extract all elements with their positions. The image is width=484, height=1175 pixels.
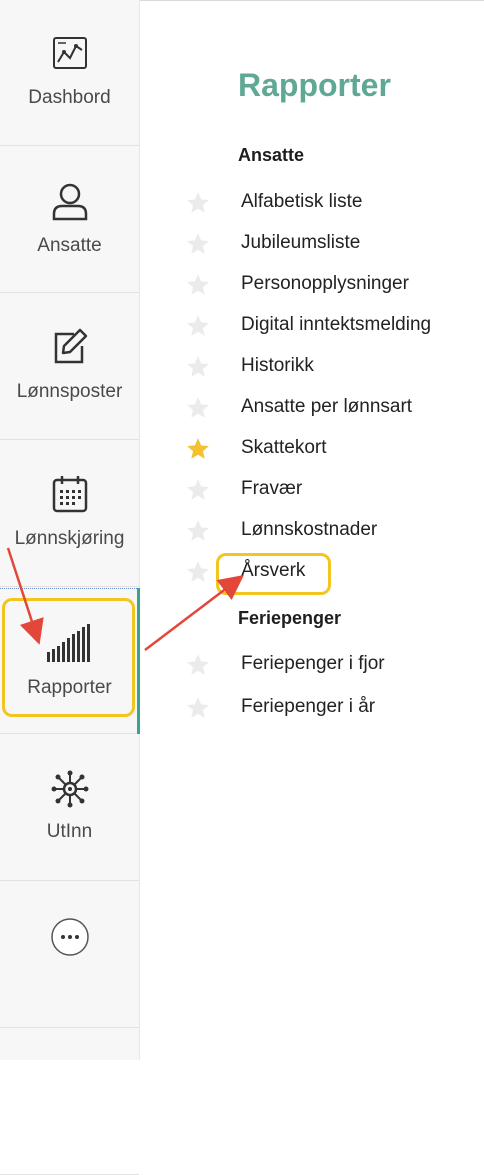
star-icon[interactable]	[185, 477, 211, 508]
highlight-box-arsverk	[216, 553, 331, 595]
star-icon[interactable]	[185, 231, 211, 262]
sidebar-item-label: Lønnskjøring	[14, 528, 125, 549]
sidebar: Dashbord Ansatte Lønnsposter Lønnskjørin…	[0, 0, 140, 1175]
report-row[interactable]: Lønnskostnader	[181, 514, 481, 548]
active-indicator	[137, 588, 140, 734]
star-icon[interactable]	[185, 313, 211, 344]
star-icon[interactable]	[185, 395, 211, 426]
main-content: Rapporter Ansatte Alfabetisk liste Jubile…	[141, 0, 484, 1060]
report-link[interactable]: Lønnskostnader	[241, 519, 377, 541]
report-link[interactable]: Fravær	[241, 478, 302, 500]
report-row[interactable]: Fravær	[181, 473, 481, 507]
report-row[interactable]: Skattekort	[181, 432, 481, 466]
report-link[interactable]: Digital inntektsmelding	[241, 314, 431, 336]
report-link[interactable]: Personopplysninger	[241, 273, 409, 295]
dashboard-chart-icon	[0, 36, 139, 75]
section-heading-feriepenger: Feriepenger	[238, 608, 342, 628]
star-icon[interactable]	[185, 695, 211, 726]
person-icon	[0, 181, 139, 226]
sidebar-item-lonnsposter[interactable]: Lønnsposter	[0, 294, 139, 440]
star-filled-icon[interactable]	[185, 436, 211, 467]
sidebar-item-lonnskjoring[interactable]: Lønnskjøring	[0, 441, 139, 587]
sidebar-item-label: Ansatte	[37, 235, 102, 256]
report-link[interactable]: Historikk	[241, 355, 314, 377]
star-icon[interactable]	[185, 652, 211, 683]
sidebar-item-next	[0, 1029, 139, 1175]
star-icon[interactable]	[185, 190, 211, 221]
more-icon	[0, 917, 139, 962]
sidebar-item-label: Dashbord	[28, 87, 111, 108]
report-row[interactable]: Digital inntektsmelding	[181, 309, 481, 343]
report-link[interactable]: Skattekort	[241, 437, 327, 459]
report-link[interactable]: Alfabetisk liste	[241, 191, 362, 213]
hub-icon	[0, 769, 139, 814]
page-title: Rapporter	[238, 67, 391, 103]
report-row[interactable]: Jubileumsliste	[181, 227, 481, 261]
sidebar-item-utinn[interactable]: UtInn	[0, 735, 139, 881]
sidebar-item-more[interactable]	[0, 882, 139, 1028]
calendar-icon	[0, 474, 139, 519]
report-row[interactable]: Alfabetisk liste	[181, 186, 481, 220]
sidebar-item-dashbord[interactable]: Dashbord	[0, 0, 139, 146]
sidebar-item-ansatte[interactable]: Ansatte	[0, 147, 139, 293]
sidebar-item-label: Lønnsposter	[16, 381, 123, 402]
section-heading-ansatte: Ansatte	[238, 145, 305, 165]
report-link[interactable]: Jubileumsliste	[241, 232, 360, 254]
sidebar-item-label: UtInn	[46, 821, 93, 842]
report-row[interactable]: Feriepenger i år	[181, 691, 481, 725]
report-row[interactable]: Historikk	[181, 350, 481, 384]
star-icon[interactable]	[185, 354, 211, 385]
report-link[interactable]: Feriepenger i år	[241, 696, 375, 718]
highlight-box-rapporter	[2, 598, 135, 717]
report-row[interactable]: Feriepenger i fjor	[181, 648, 481, 682]
report-row[interactable]: Ansatte per lønnsart	[181, 391, 481, 425]
star-icon[interactable]	[185, 272, 211, 303]
report-row[interactable]: Personopplysninger	[181, 268, 481, 302]
star-icon[interactable]	[185, 559, 211, 590]
report-link[interactable]: Feriepenger i fjor	[241, 653, 385, 675]
edit-icon	[0, 328, 139, 371]
report-link[interactable]: Ansatte per lønnsart	[241, 396, 412, 418]
focus-outline	[0, 588, 139, 589]
star-icon[interactable]	[185, 518, 211, 549]
